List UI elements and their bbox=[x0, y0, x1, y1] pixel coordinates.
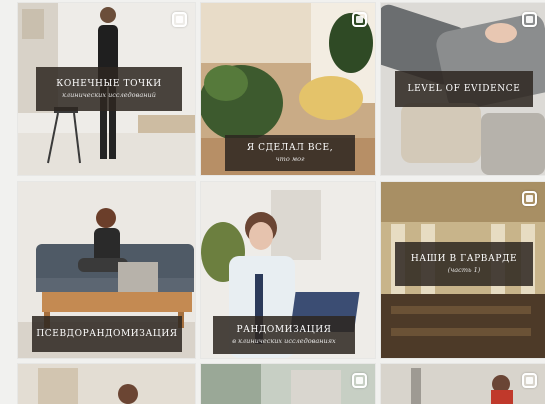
post-title: КОНЕЧНЫЕ ТОЧКИ bbox=[56, 79, 162, 90]
post-title: ПСЕВДОРАНДОМИЗАЦИЯ bbox=[36, 328, 178, 339]
multiple-images-icon bbox=[522, 12, 537, 27]
post-title: LEVEL OF EVIDENCE bbox=[407, 83, 521, 94]
multiple-images-icon bbox=[352, 12, 367, 27]
post-title-box: Я СДЕЛАЛ ВСЕ, что мог bbox=[225, 135, 355, 171]
post-title-box: КОНЕЧНЫЕ ТОЧКИ клинических исследований bbox=[36, 67, 182, 111]
multiple-images-icon bbox=[522, 373, 537, 388]
post-title: Я СДЕЛАЛ ВСЕ, bbox=[246, 143, 334, 154]
post-tile[interactable] bbox=[381, 364, 545, 404]
post-photo bbox=[18, 364, 195, 404]
post-tile[interactable] bbox=[18, 364, 195, 404]
post-subtitle: (часть 1) bbox=[447, 265, 481, 274]
post-tile[interactable]: НАШИ В ГАРВАРДЕ (часть 1) bbox=[381, 182, 545, 358]
post-title: НАШИ В ГАРВАРДЕ bbox=[410, 254, 518, 265]
post-tile[interactable]: КОНЕЧНЫЕ ТОЧКИ клинических исследований bbox=[18, 3, 195, 175]
multiple-images-icon bbox=[352, 373, 367, 388]
post-subtitle: в клинических исследованиях bbox=[232, 336, 336, 345]
post-title-box: НАШИ В ГАРВАРДЕ (часть 1) bbox=[395, 242, 533, 286]
post-tile[interactable]: ПСЕВДОРАНДОМИЗАЦИЯ bbox=[18, 182, 195, 358]
post-subtitle: что мог bbox=[275, 154, 305, 163]
multiple-images-icon bbox=[522, 191, 537, 206]
post-tile[interactable]: РАНДОМИЗАЦИЯ в клинических исследованиях bbox=[201, 182, 375, 358]
post-title-box: РАНДОМИЗАЦИЯ в клинических исследованиях bbox=[213, 316, 355, 354]
post-photo bbox=[201, 364, 375, 404]
post-grid: КОНЕЧНЫЕ ТОЧКИ клинических исследований … bbox=[0, 0, 545, 404]
post-title-box: LEVEL OF EVIDENCE bbox=[395, 71, 533, 107]
post-tile[interactable] bbox=[201, 364, 375, 404]
post-title: РАНДОМИЗАЦИЯ bbox=[236, 325, 332, 336]
post-tile[interactable]: LEVEL OF EVIDENCE bbox=[381, 3, 545, 175]
post-subtitle: клинических исследований bbox=[62, 90, 156, 99]
post-photo bbox=[381, 364, 545, 404]
post-title-box: ПСЕВДОРАНДОМИЗАЦИЯ bbox=[32, 316, 182, 352]
post-tile[interactable]: Я СДЕЛАЛ ВСЕ, что мог bbox=[201, 3, 375, 175]
multiple-images-icon bbox=[172, 12, 187, 27]
